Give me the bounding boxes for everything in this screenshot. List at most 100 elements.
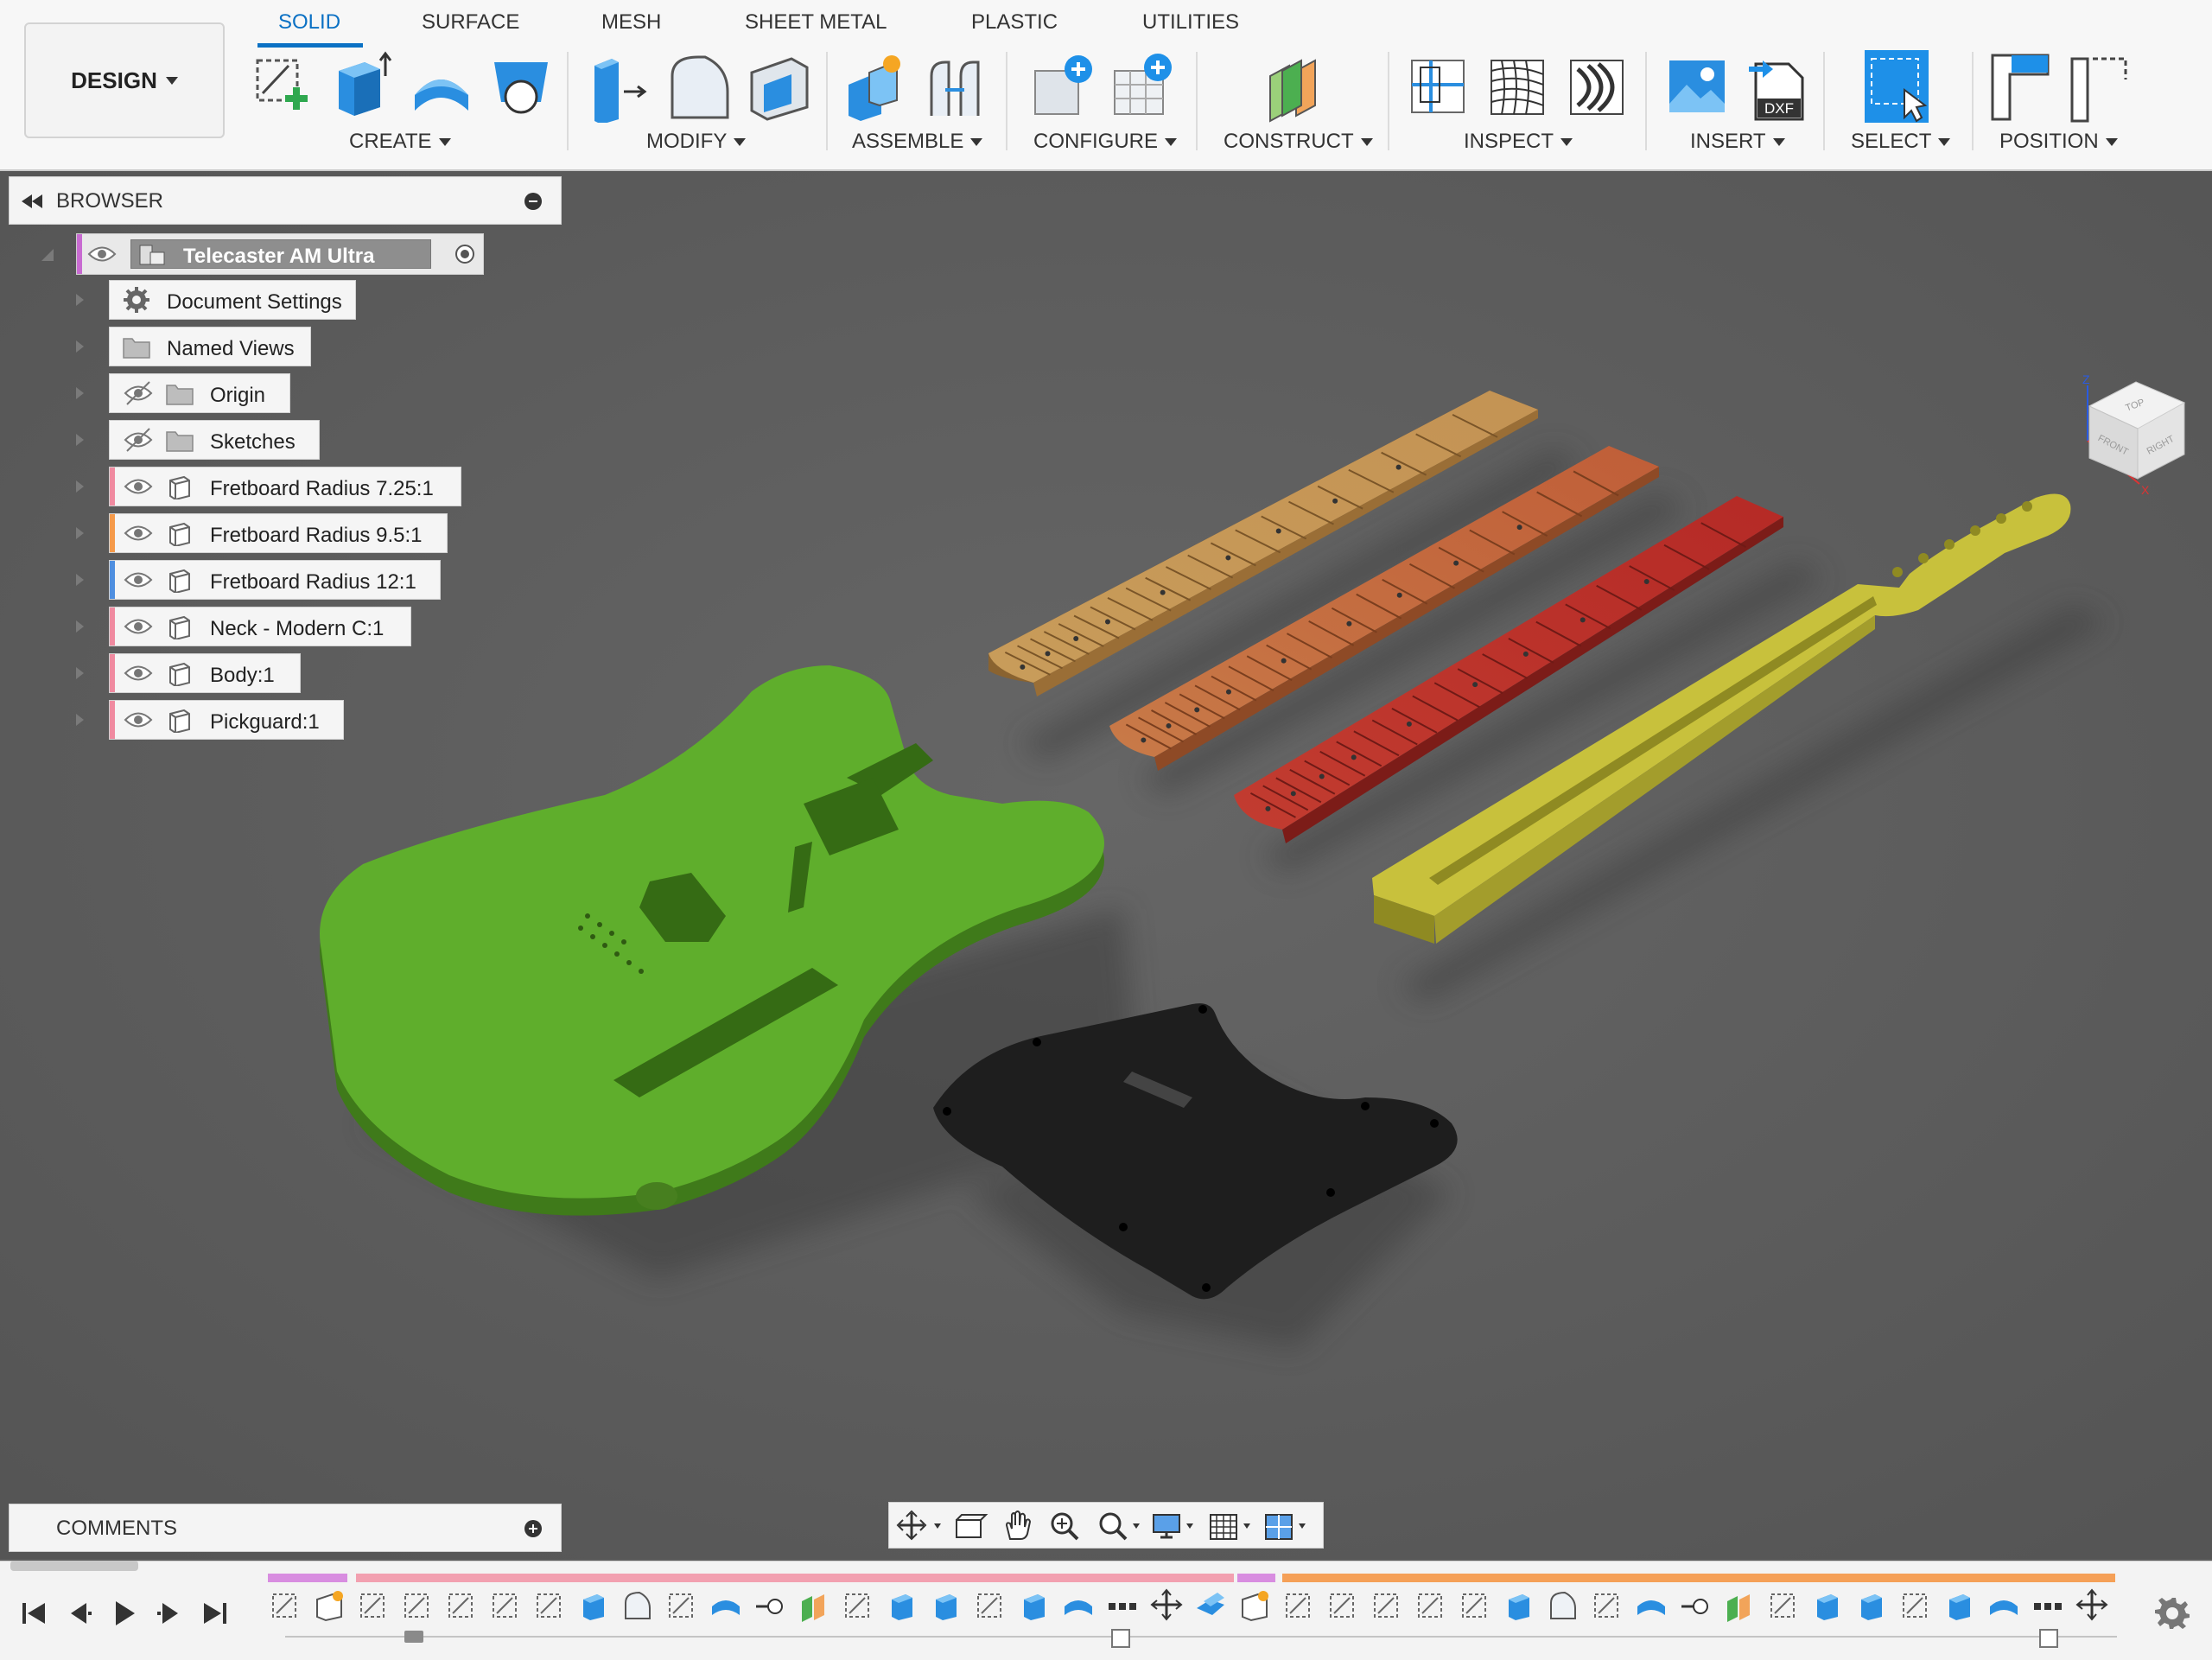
expand-arrow-icon[interactable] — [76, 340, 84, 353]
eye-icon[interactable] — [124, 520, 153, 546]
eye-hidden-icon[interactable] — [124, 427, 153, 453]
look-at-icon[interactable] — [950, 1510, 998, 1542]
assemble-menu[interactable]: ASSEMBLE — [852, 130, 983, 154]
extrude-feature-icon[interactable] — [1854, 1587, 1889, 1622]
insert-image-icon[interactable] — [1666, 50, 1730, 123]
sketch-feature-icon[interactable] — [1898, 1587, 1933, 1622]
fillet-feature-icon[interactable] — [620, 1587, 655, 1622]
revolve-feature-icon[interactable] — [1061, 1587, 1096, 1622]
component-feature-icon[interactable] — [312, 1587, 346, 1622]
extrude-feature-icon[interactable] — [1810, 1587, 1845, 1622]
collapse-panel-icon[interactable] — [22, 194, 42, 208]
sketch-feature-icon[interactable] — [532, 1587, 567, 1622]
browser-item[interactable]: Sketches — [109, 420, 320, 460]
tab-plastic[interactable]: PLASTIC — [971, 10, 1058, 35]
position-menu[interactable]: POSITION — [1999, 130, 2118, 154]
tab-utilities[interactable]: UTILITIES — [1142, 10, 1239, 35]
select-icon[interactable] — [1865, 50, 1929, 123]
sketch-feature-icon[interactable] — [1458, 1587, 1492, 1622]
extrude-icon[interactable] — [330, 50, 394, 123]
tab-mesh[interactable]: MESH — [601, 10, 661, 35]
insert-dxf-icon[interactable]: DXF — [1745, 50, 1809, 123]
press-pull-icon[interactable] — [588, 50, 652, 124]
extrude-feature-icon[interactable] — [1942, 1587, 1977, 1622]
configure-menu[interactable]: CONFIGURE — [1033, 130, 1177, 154]
sketch-feature-icon[interactable] — [1281, 1587, 1316, 1622]
timeline-scrollbar[interactable] — [10, 1561, 138, 1571]
create-sketch-icon[interactable] — [251, 50, 315, 123]
browser-item[interactable]: Fretboard Radius 12:1 — [109, 560, 441, 600]
browser-root-component[interactable]: Telecaster AM Ultra — [76, 233, 484, 275]
browser-item[interactable]: Body:1 — [109, 653, 301, 693]
offset-plane-icon[interactable] — [1263, 50, 1327, 123]
sketch-feature-icon[interactable] — [1590, 1587, 1624, 1622]
expand-arrow-icon[interactable] — [76, 387, 84, 399]
eye-hidden-icon[interactable] — [124, 380, 153, 406]
browser-item[interactable]: Fretboard Radius 7.25:1 — [109, 467, 461, 506]
revolve-feature-icon[interactable] — [709, 1587, 743, 1622]
tab-surface[interactable]: SURFACE — [422, 10, 519, 35]
combine-feature-icon[interactable] — [1193, 1587, 1228, 1622]
move-feature-icon[interactable] — [1149, 1587, 1184, 1622]
configure-icon[interactable] — [1030, 50, 1094, 123]
timeline-add-marker-icon[interactable] — [1111, 1629, 1130, 1648]
add-comment-icon[interactable] — [524, 1520, 542, 1537]
zoom-icon[interactable] — [1046, 1510, 1095, 1542]
sketch-feature-icon[interactable] — [356, 1587, 391, 1622]
browser-item[interactable]: Origin — [109, 373, 290, 413]
sketch-feature-icon[interactable] — [841, 1587, 875, 1622]
revolve-feature-icon[interactable] — [1634, 1587, 1669, 1622]
go-to-end-icon[interactable] — [197, 1596, 232, 1631]
sketch-feature-icon[interactable] — [664, 1587, 699, 1622]
browser-item[interactable]: Neck - Modern C:1 — [109, 607, 411, 646]
browser-item[interactable]: Document Settings — [109, 280, 356, 320]
zebra-icon[interactable] — [1486, 50, 1550, 123]
extrude-feature-icon[interactable] — [929, 1587, 963, 1622]
move-feature-icon[interactable] — [2075, 1587, 2109, 1622]
fit-icon[interactable] — [1095, 1510, 1143, 1542]
expand-arrow-icon[interactable] — [76, 620, 84, 633]
viewports-icon[interactable] — [1261, 1510, 1309, 1542]
play-icon[interactable] — [107, 1596, 142, 1631]
insert-menu[interactable]: INSERT — [1690, 130, 1785, 154]
sketch-feature-icon[interactable] — [488, 1587, 523, 1622]
collapse-icon[interactable] — [524, 193, 542, 210]
sketch-feature-icon[interactable] — [444, 1587, 479, 1622]
go-to-start-icon[interactable] — [17, 1596, 52, 1631]
activate-radio-icon[interactable] — [455, 245, 474, 264]
pan-icon[interactable] — [998, 1510, 1046, 1542]
grid-icon[interactable] — [1205, 1510, 1254, 1542]
capture-position-icon[interactable] — [2067, 50, 2131, 123]
pattern-feature-icon[interactable] — [1105, 1587, 1140, 1622]
browser-item[interactable]: Named Views — [109, 327, 311, 366]
expand-arrow-icon[interactable] — [76, 667, 84, 679]
timeline-end-marker-icon[interactable] — [2039, 1629, 2058, 1648]
tab-sheet-metal[interactable]: SHEET METAL — [745, 10, 887, 35]
align-icon[interactable] — [1987, 50, 2051, 123]
eye-icon[interactable] — [124, 660, 153, 686]
extrude-feature-icon[interactable] — [885, 1587, 919, 1622]
step-back-icon[interactable] — [62, 1596, 97, 1631]
sketch-feature-icon[interactable] — [1325, 1587, 1360, 1622]
create-menu[interactable]: CREATE — [349, 130, 451, 154]
timeline-marker-icon[interactable] — [404, 1631, 423, 1643]
plane-feature-icon[interactable] — [797, 1587, 831, 1622]
sketch-feature-icon[interactable] — [400, 1587, 435, 1622]
expand-arrow-icon[interactable] — [76, 574, 84, 586]
browser-item[interactable]: Fretboard Radius 9.5:1 — [109, 513, 448, 553]
expand-arrow-icon[interactable] — [76, 480, 84, 493]
joint-feature-icon[interactable] — [1678, 1587, 1713, 1622]
new-component-icon[interactable] — [843, 50, 907, 123]
shell-icon[interactable] — [747, 50, 810, 123]
inspect-menu[interactable]: INSPECT — [1464, 130, 1573, 154]
fillet-feature-icon[interactable] — [1546, 1587, 1580, 1622]
eye-icon[interactable] — [124, 614, 153, 639]
select-menu[interactable]: SELECT — [1851, 130, 1951, 154]
eye-icon[interactable] — [87, 241, 117, 267]
extrude-feature-icon[interactable] — [1502, 1587, 1536, 1622]
sketch-feature-icon[interactable] — [973, 1587, 1007, 1622]
sketch-feature-icon[interactable] — [1370, 1587, 1404, 1622]
plane-feature-icon[interactable] — [1722, 1587, 1757, 1622]
sketch-feature-icon[interactable] — [1766, 1587, 1801, 1622]
view-cube[interactable]: Z X TOP FRONT RIGHT — [2077, 368, 2190, 498]
